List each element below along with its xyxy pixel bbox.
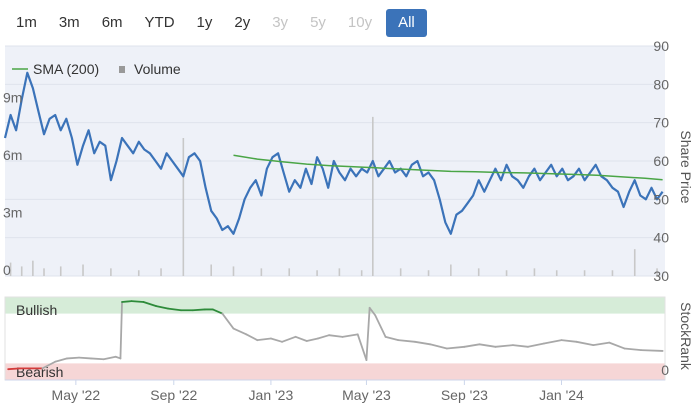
stockrank-segment-12 <box>121 300 133 303</box>
x-axis-ticks: May '22 Sep '22 Jan '23 May '23 Sep '23 Jan '… <box>52 380 584 403</box>
stockrank-segment-7 <box>78 356 92 360</box>
x-tick-label-4: Sep '23 <box>441 387 488 403</box>
stockrank-segment-50 <box>608 341 626 350</box>
stockrank-segment-26 <box>281 335 297 343</box>
stockrank-segment-29 <box>316 334 330 340</box>
bullish-label: Bullish <box>16 302 57 318</box>
stockrank-segment-41 <box>463 343 481 348</box>
stockrank-segment-33 <box>365 306 371 361</box>
stockrank-segment-13 <box>130 300 145 303</box>
stockrank-segment-1 <box>7 367 22 371</box>
stockrank-segment-36 <box>384 335 400 342</box>
legend-volume-swatch <box>119 66 125 73</box>
stockrank-segment-48 <box>575 340 595 347</box>
x-tick-label-3: May '23 <box>342 387 391 403</box>
stockrank-segment-31 <box>341 333 359 338</box>
legend-sma-label: SMA (200) <box>33 61 99 77</box>
bullish-band <box>5 297 665 314</box>
price-tick-30: 30 <box>653 268 669 284</box>
price-axis-title: Share Price <box>678 130 694 203</box>
stockrank-segment-9 <box>102 355 117 361</box>
stockrank-segment-43 <box>494 344 514 348</box>
stockrank-segment-46 <box>543 339 563 345</box>
bearish-band <box>5 363 665 380</box>
stockrank-segment-37 <box>397 339 416 343</box>
stockrank-segment-32 <box>356 333 368 361</box>
x-tick-label-0: May '22 <box>52 387 101 403</box>
x-tick-label-1: Sep '22 <box>150 387 197 403</box>
stockrank-segment-44 <box>512 344 529 348</box>
stockrank-segment-8 <box>90 357 105 361</box>
x-tick-label-5: Jan '24 <box>539 387 584 403</box>
stockrank-segment-18 <box>191 308 206 312</box>
stockrank-segment-23 <box>245 333 259 342</box>
volume-tick-0: 0 <box>3 262 11 278</box>
price-chart: 30 40 50 60 70 80 90 0 3m 6m 9m Share Price SMA (… <box>3 38 694 403</box>
volume-tick-3: 9m <box>3 90 22 106</box>
price-tick-70: 70 <box>653 115 669 131</box>
stockrank-segment-42 <box>478 343 497 348</box>
legend-volume-label: Volume <box>134 61 181 77</box>
x-tick-label-2: Jan '23 <box>249 387 294 403</box>
stock-chart-widget: 1m 3m 6m YTD 1y 2y 3y 5y 10y All 30 40 50 60 70 80 90 0… <box>0 0 695 404</box>
price-tick-90: 90 <box>653 38 669 54</box>
price-tick-40: 40 <box>653 230 669 246</box>
stockrank-segment-24 <box>256 337 272 342</box>
stockrank-segment-25 <box>270 337 283 343</box>
stockrank-segment-22 <box>232 327 248 336</box>
volume-tick-2: 6m <box>3 147 22 163</box>
price-tick-60: 60 <box>653 153 669 169</box>
bearish-label: Bearish <box>16 364 63 380</box>
stockrank-segment-35 <box>374 314 387 338</box>
volume-tick-1: 3m <box>3 205 22 221</box>
stockrank-segment-49 <box>592 341 611 347</box>
chart-legend[interactable]: SMA (200) Volume <box>12 61 181 77</box>
price-tick-80: 80 <box>653 76 669 92</box>
stockrank-segment-27 <box>294 335 308 342</box>
stockrank-segment-30 <box>328 334 344 338</box>
stockrank-segment-38 <box>414 340 432 346</box>
stockrank-segment-6 <box>66 356 80 360</box>
stockrank-segment-45 <box>527 342 545 348</box>
price-tick-50: 50 <box>653 191 669 207</box>
stockrank-axis-title: StockRank <box>678 302 694 371</box>
stockrank-axis-ticks: 0 <box>661 362 669 378</box>
stockrank-segment-5 <box>54 357 68 363</box>
stockrank-tick-0: 0 <box>661 362 669 378</box>
stockrank-segment-28 <box>305 337 319 342</box>
stockrank-segment-40 <box>445 345 466 350</box>
stockrank-segment-52 <box>640 349 664 352</box>
stockrank-segment-21 <box>221 312 235 330</box>
stockrank-segment-39 <box>429 343 448 350</box>
stockrank-segment-51 <box>623 347 643 352</box>
stockrank-segment-47 <box>560 339 578 343</box>
